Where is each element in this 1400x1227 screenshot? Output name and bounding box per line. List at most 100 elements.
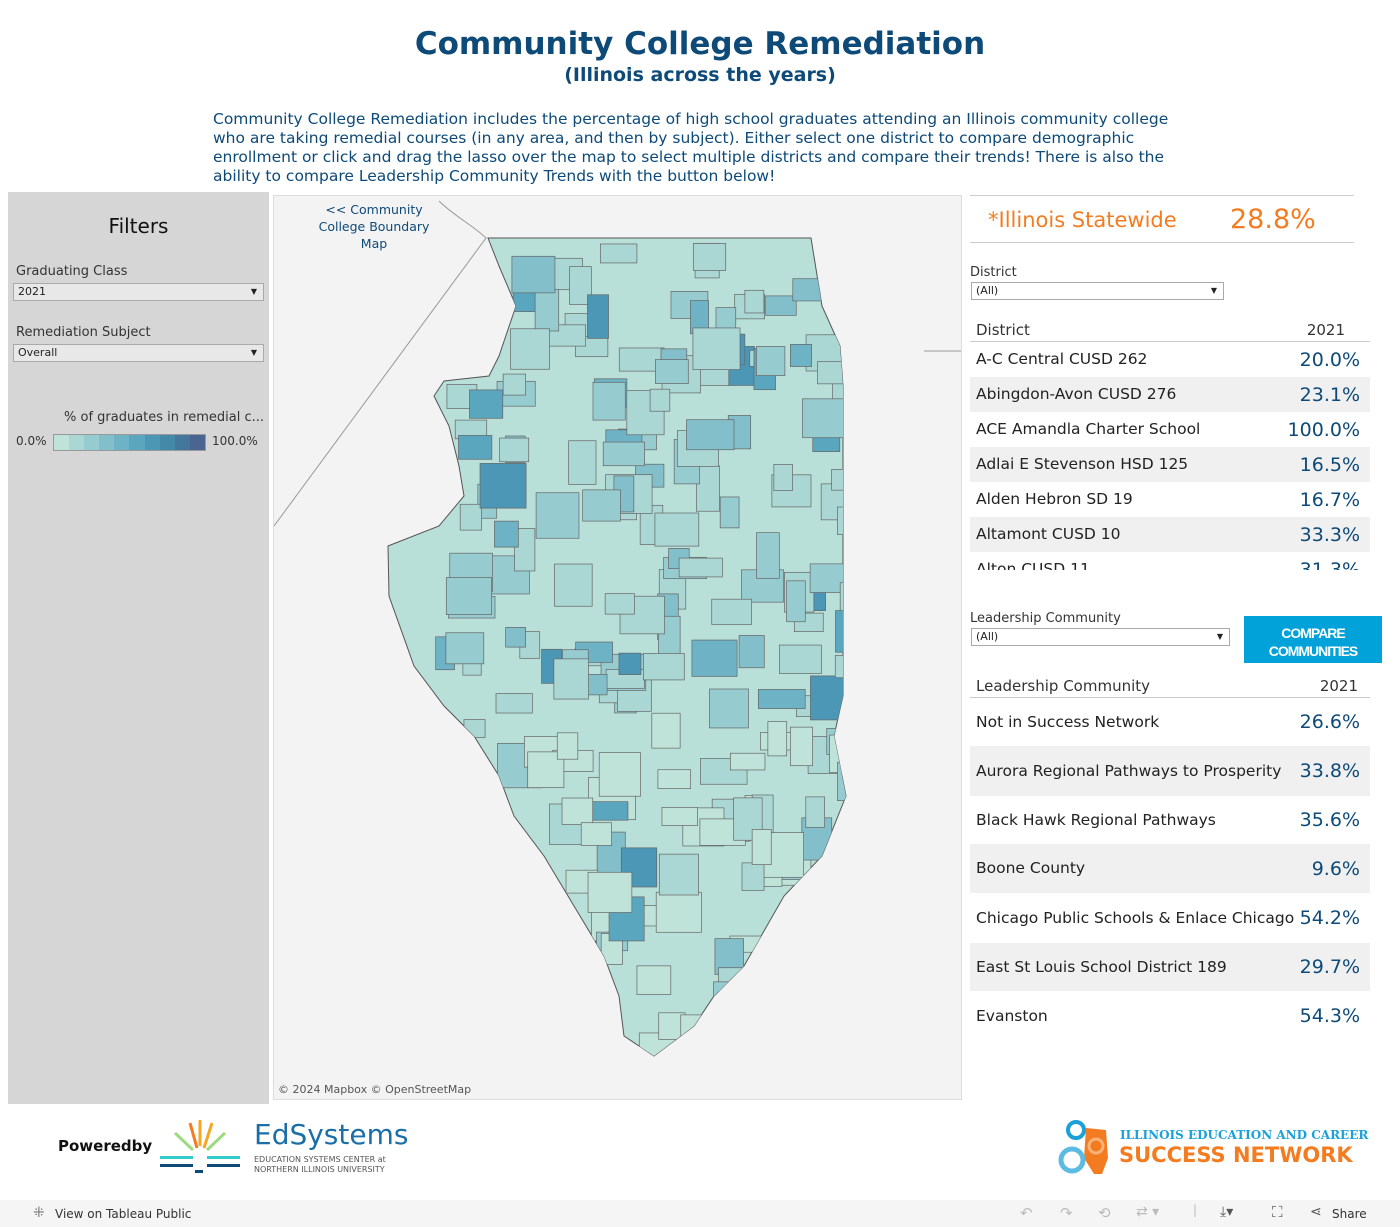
leadership-select[interactable]: (All) ▼	[971, 628, 1230, 646]
district-shape[interactable]	[713, 981, 747, 1002]
district-shape[interactable]	[649, 388, 671, 412]
table-row[interactable]: A-C Central CUSD 262 20.0%	[970, 342, 1370, 377]
district-shape[interactable]	[711, 598, 752, 625]
district-shape[interactable]	[829, 734, 862, 773]
district-shape[interactable]	[618, 652, 642, 675]
district-shape[interactable]	[459, 503, 482, 531]
table-row[interactable]: Evanston 54.3%	[970, 991, 1370, 1039]
district-shape[interactable]	[835, 610, 854, 653]
district-shape[interactable]	[494, 520, 519, 548]
district-shape[interactable]	[802, 398, 848, 439]
district-shape[interactable]	[692, 327, 741, 370]
district-shape[interactable]	[757, 689, 806, 709]
district-shape[interactable]	[837, 506, 883, 535]
district-shape[interactable]	[790, 344, 813, 367]
district-shape[interactable]	[643, 653, 685, 681]
table-row[interactable]: Alton CUSD 11 31.3%	[970, 552, 1370, 571]
table-row[interactable]: Abingdon-Avon CUSD 276 23.1%	[970, 377, 1370, 412]
district-shape[interactable]	[756, 346, 786, 376]
district-shape[interactable]	[751, 829, 772, 865]
table-row[interactable]: Adlai E Stevenson HSD 125 16.5%	[970, 447, 1370, 482]
table-row[interactable]: Altamont CUSD 10 33.3%	[970, 517, 1370, 552]
district-shape[interactable]	[598, 752, 641, 797]
table-row[interactable]: Black Hawk Regional Pathways 35.6%	[970, 796, 1370, 844]
district-shape[interactable]	[592, 381, 626, 421]
district-shape[interactable]	[655, 891, 702, 933]
district-shape[interactable]	[767, 721, 788, 757]
district-shape[interactable]	[709, 688, 749, 729]
district-shape[interactable]	[602, 441, 645, 467]
share-button[interactable]: Share	[1332, 1207, 1367, 1221]
district-shape[interactable]	[556, 732, 579, 760]
fullscreen-icon[interactable]: ⛶	[1272, 1203, 1283, 1221]
undo-icon[interactable]: ↶	[1020, 1204, 1033, 1222]
district-shape[interactable]	[744, 289, 765, 314]
district-shape[interactable]	[817, 361, 845, 385]
district-shape[interactable]	[786, 580, 806, 623]
district-shape[interactable]	[779, 644, 822, 674]
district-shape[interactable]	[505, 627, 526, 648]
table-row[interactable]: Boone County 9.6%	[970, 844, 1370, 893]
table-row[interactable]: East St Louis School District 189 29.7%	[970, 943, 1370, 991]
district-shape[interactable]	[839, 582, 887, 617]
district-shape[interactable]	[511, 255, 556, 294]
district-shape[interactable]	[604, 593, 635, 615]
district-shape[interactable]	[718, 967, 754, 1010]
table-row[interactable]: Alden Hebron SD 19 16.7%	[970, 482, 1370, 517]
view-on-tableau-link[interactable]: View on Tableau Public	[55, 1207, 191, 1221]
district-shape[interactable]	[773, 464, 793, 491]
district-shape[interactable]	[568, 440, 597, 485]
district-shape[interactable]	[805, 796, 825, 828]
district-shape[interactable]	[445, 632, 485, 665]
table-row[interactable]: Chicago Public Schools & Enlace Chicago 5…	[970, 893, 1370, 943]
district-shape[interactable]	[655, 359, 689, 384]
district-shape[interactable]	[651, 712, 681, 749]
district-shape[interactable]	[678, 557, 723, 578]
district-shape[interactable]	[599, 243, 638, 264]
district-shape[interactable]	[535, 492, 580, 539]
district-shape[interactable]	[756, 532, 780, 579]
table-row[interactable]: Aurora Regional Pathways to Prosperity 33…	[970, 746, 1370, 796]
district-shape[interactable]	[554, 563, 593, 607]
district-shape[interactable]	[661, 807, 698, 826]
district-shape[interactable]	[534, 288, 560, 332]
district-shape[interactable]	[499, 437, 530, 463]
district-shape[interactable]	[458, 435, 493, 460]
district-shape[interactable]	[502, 373, 526, 396]
illinois-map[interactable]	[274, 196, 962, 1100]
district-shape[interactable]	[479, 463, 527, 509]
refresh-icon[interactable]: ⇄ ▾	[1136, 1204, 1159, 1220]
district-shape[interactable]	[765, 295, 797, 316]
district-shape[interactable]	[586, 801, 629, 821]
district-shape[interactable]	[580, 822, 612, 846]
district-shape[interactable]	[553, 658, 589, 700]
boundary-map-link[interactable]: << Community College Boundary Map	[309, 201, 439, 252]
district-shape[interactable]	[587, 294, 609, 339]
district-shape[interactable]	[837, 761, 873, 801]
district-shape[interactable]	[495, 693, 533, 714]
district-shape[interactable]	[719, 496, 740, 529]
compare-communities-button[interactable]: COMPARE COMMUNITIES	[1244, 616, 1382, 663]
district-select[interactable]: (All) ▼	[971, 282, 1224, 300]
district-shape[interactable]	[636, 965, 672, 995]
graduating-class-select[interactable]: 2021 ▼	[13, 283, 264, 301]
district-shape[interactable]	[831, 469, 853, 491]
subject-select[interactable]: Overall ▼	[13, 344, 264, 362]
district-shape[interactable]	[738, 635, 765, 669]
district-shape[interactable]	[810, 675, 846, 721]
district-shape[interactable]	[658, 853, 699, 896]
district-shape[interactable]	[695, 465, 720, 512]
district-shape[interactable]	[790, 726, 813, 767]
table-row[interactable]: Not in Success Network 26.6%	[970, 698, 1370, 746]
district-shape[interactable]	[510, 328, 550, 370]
district-shape[interactable]	[729, 752, 766, 771]
district-shape[interactable]	[741, 862, 765, 891]
share-icon[interactable]: ⋖	[1310, 1204, 1322, 1220]
table-row[interactable]: ACE Amandla Charter School 100.0%	[970, 412, 1370, 447]
district-shape[interactable]	[680, 1014, 720, 1059]
district-shape[interactable]	[469, 389, 504, 419]
district-shape[interactable]	[657, 769, 691, 789]
district-map[interactable]: << Community College Boundary Map © 2024…	[273, 195, 962, 1100]
district-shape[interactable]	[463, 719, 486, 738]
district-shape[interactable]	[692, 243, 727, 271]
